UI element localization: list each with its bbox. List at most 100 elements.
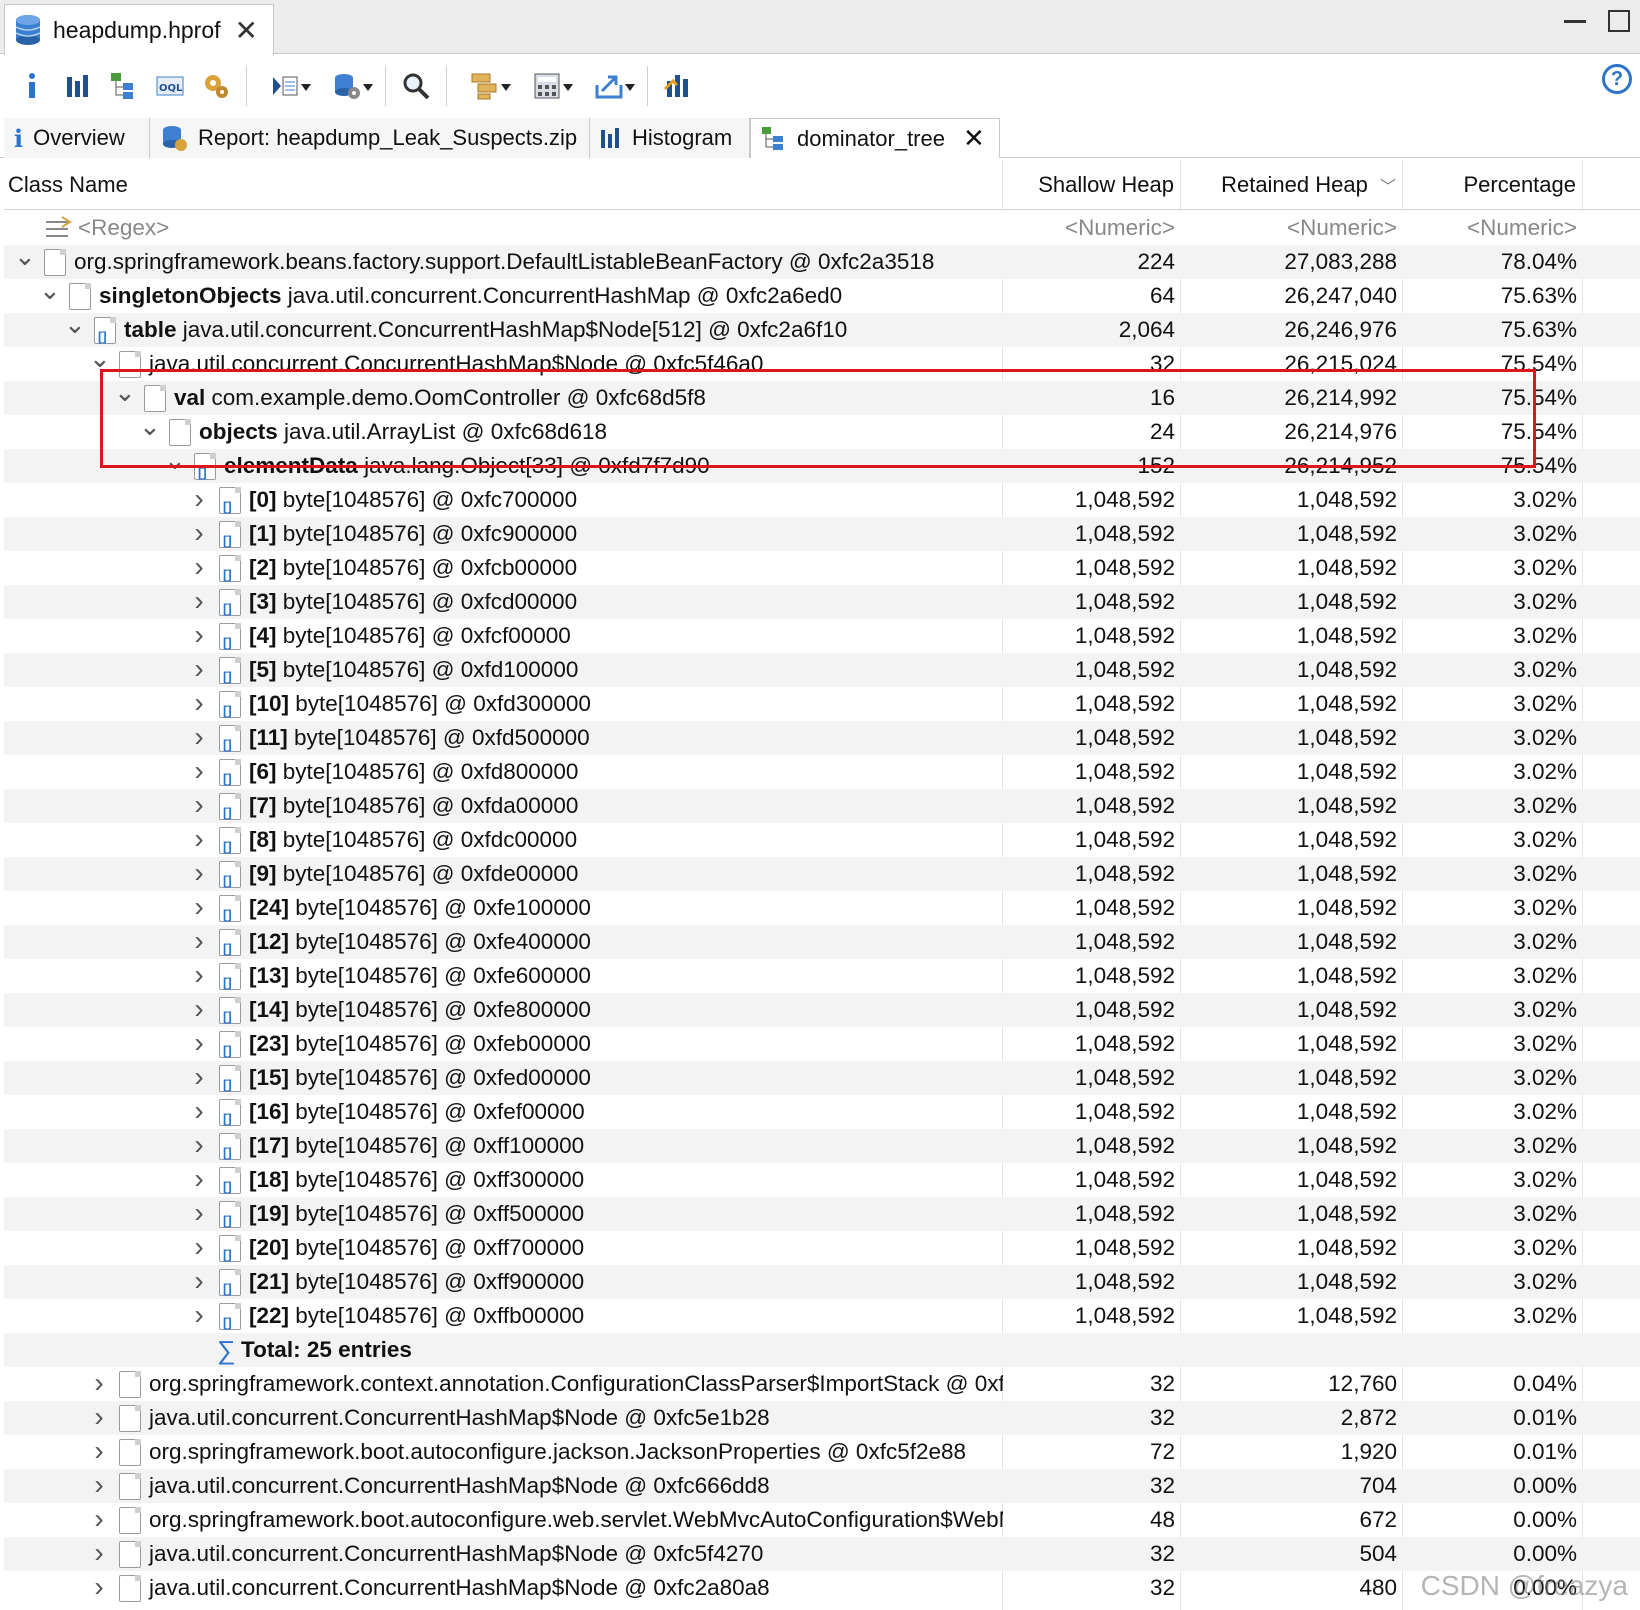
table-row[interactable]: › [7] byte[1048576] @ 0xfda00000 1,048,592… <box>4 789 1640 823</box>
expand-chevron-icon[interactable]: › <box>189 959 209 993</box>
table-row[interactable]: › [23] byte[1048576] @ 0xfeb00000 1,048,59… <box>4 1027 1640 1061</box>
expand-chevron-icon[interactable]: › <box>89 1571 109 1605</box>
expand-chevron-icon[interactable]: › <box>189 619 209 653</box>
table-row[interactable]: › org.springframework.boot.autoconfigure.… <box>4 1503 1640 1537</box>
table-row[interactable]: › [13] byte[1048576] @ 0xfe600000 1,048,59… <box>4 959 1640 993</box>
table-row[interactable]: › [20] byte[1048576] @ 0xff700000 1,048,59… <box>4 1231 1640 1265</box>
table-row[interactable]: › [21] byte[1048576] @ 0xff900000 1,048,59… <box>4 1265 1640 1299</box>
expand-chevron-icon[interactable]: › <box>189 755 209 789</box>
table-row[interactable]: › org.springframework.boot.autoconfigure.… <box>4 1435 1640 1469</box>
expand-chevron-icon[interactable]: › <box>189 653 209 687</box>
column-header-retained-heap[interactable]: Retained Heap ﹀ <box>1181 160 1403 210</box>
search-icon[interactable] <box>396 66 436 106</box>
table-row[interactable]: › [12] byte[1048576] @ 0xfe400000 1,048,59… <box>4 925 1640 959</box>
thread-overview-icon[interactable] <box>196 66 236 106</box>
expand-chevron-icon[interactable]: › <box>189 1299 209 1333</box>
collapse-chevron-icon[interactable]: ⌄ <box>89 347 111 381</box>
table-row[interactable]: › [1] byte[1048576] @ 0xfc900000 1,048,592… <box>4 517 1640 551</box>
expand-chevron-icon[interactable]: › <box>189 1197 209 1231</box>
expand-chevron-icon[interactable]: › <box>89 1503 109 1537</box>
tab-report[interactable]: Report: heapdump_Leak_Suspects.zip <box>150 118 590 158</box>
table-row[interactable]: › java.util.concurrent.ConcurrentHashMap$… <box>4 1401 1640 1435</box>
table-row[interactable]: › [10] byte[1048576] @ 0xfd300000 1,048,59… <box>4 687 1640 721</box>
expand-chevron-icon[interactable]: › <box>189 517 209 551</box>
table-row[interactable]: › java.util.concurrent.ConcurrentHashMap$… <box>4 1537 1640 1571</box>
expand-chevron-icon[interactable]: › <box>189 925 209 959</box>
expand-chevron-icon[interactable]: › <box>189 551 209 585</box>
filter-row[interactable]: <Regex> <Numeric> <Numeric> <Numeric> <box>4 211 1640 245</box>
column-header-percentage[interactable]: Percentage <box>1403 160 1583 210</box>
expand-chevron-icon[interactable]: › <box>189 687 209 721</box>
close-icon[interactable]: ✕ <box>235 14 258 47</box>
expand-chevron-icon[interactable]: › <box>189 721 209 755</box>
collapse-chevron-icon[interactable]: ⌄ <box>39 279 61 313</box>
total-row[interactable]: ∑ Total: 25 entries <box>4 1333 1640 1367</box>
table-row[interactable]: ⌄ objects java.util.ArrayList @ 0xfc68d61… <box>4 415 1640 449</box>
expand-chevron-icon[interactable]: › <box>189 1061 209 1095</box>
expand-chevron-icon[interactable]: › <box>89 1435 109 1469</box>
table-row[interactable]: ⌄ elementData java.lang.Object[33] @ 0xfd… <box>4 449 1640 483</box>
tab-histogram[interactable]: Histogram <box>590 118 750 158</box>
close-icon[interactable]: ✕ <box>963 123 985 154</box>
expand-chevron-icon[interactable]: › <box>189 483 209 517</box>
group-result-icon[interactable] <box>457 66 513 106</box>
table-row[interactable]: › [24] byte[1048576] @ 0xfe100000 1,048,59… <box>4 891 1640 925</box>
calculate-retained-icon[interactable] <box>519 66 575 106</box>
collapse-chevron-icon[interactable]: ⌄ <box>114 381 136 415</box>
expand-chevron-icon[interactable]: › <box>189 1027 209 1061</box>
table-row[interactable]: ⌄ table java.util.concurrent.ConcurrentHa… <box>4 313 1640 347</box>
table-row[interactable]: › [5] byte[1048576] @ 0xfd100000 1,048,592… <box>4 653 1640 687</box>
table-row[interactable]: › [9] byte[1048576] @ 0xfde00000 1,048,592… <box>4 857 1640 891</box>
expand-chevron-icon[interactable]: › <box>89 1367 109 1401</box>
collapse-chevron-icon[interactable]: ⌄ <box>14 245 36 279</box>
expand-chevron-icon[interactable]: › <box>189 1095 209 1129</box>
tab-dominator-tree[interactable]: dominator_tree ✕ <box>750 118 1000 158</box>
tab-overview[interactable]: i Overview <box>4 118 150 158</box>
expand-chevron-icon[interactable]: › <box>189 1265 209 1299</box>
expand-chevron-icon[interactable]: › <box>189 1129 209 1163</box>
table-row[interactable]: › [2] byte[1048576] @ 0xfcb00000 1,048,592… <box>4 551 1640 585</box>
histogram-icon[interactable] <box>58 66 98 106</box>
filter-shallow-input[interactable]: <Numeric> <box>1003 211 1181 245</box>
filter-name-input[interactable]: <Regex> <box>78 211 169 245</box>
table-row[interactable]: › [16] byte[1048576] @ 0xfef00000 1,048,59… <box>4 1095 1640 1129</box>
table-row[interactable]: › [3] byte[1048576] @ 0xfcd00000 1,048,592… <box>4 585 1640 619</box>
minimize-icon[interactable] <box>1564 20 1586 23</box>
expand-chevron-icon[interactable]: › <box>89 1401 109 1435</box>
table-row[interactable]: › [8] byte[1048576] @ 0xfdc00000 1,048,592… <box>4 823 1640 857</box>
maximize-icon[interactable] <box>1608 10 1630 32</box>
table-row[interactable]: › [14] byte[1048576] @ 0xfe800000 1,048,59… <box>4 993 1640 1027</box>
table-row[interactable]: ⌄ singletonObjects java.util.concurrent.C… <box>4 279 1640 313</box>
collapse-chevron-icon[interactable]: ⌄ <box>164 449 186 483</box>
table-row[interactable]: › [15] byte[1048576] @ 0xfed00000 1,048,59… <box>4 1061 1640 1095</box>
expand-chevron-icon[interactable]: › <box>189 993 209 1027</box>
table-row[interactable]: › [6] byte[1048576] @ 0xfd800000 1,048,592… <box>4 755 1640 789</box>
editor-tab-heapdump[interactable]: heapdump.hprof ✕ <box>4 4 274 55</box>
table-row[interactable]: › java.util.concurrent.ConcurrentHashMap$… <box>4 1469 1640 1503</box>
expand-chevron-icon[interactable]: › <box>89 1469 109 1503</box>
find-leaks-icon[interactable] <box>658 66 698 106</box>
expand-chevron-icon[interactable]: › <box>189 789 209 823</box>
table-row[interactable]: › java.util.concurrent.ConcurrentHashMap$… <box>4 1571 1640 1605</box>
run-report-icon[interactable] <box>257 66 313 106</box>
filter-retained-input[interactable]: <Numeric> <box>1181 211 1403 245</box>
column-header-class-name[interactable]: Class Name <box>8 160 1003 210</box>
expand-chevron-icon[interactable]: › <box>189 891 209 925</box>
expand-chevron-icon[interactable]: › <box>189 1163 209 1197</box>
table-row[interactable]: › [19] byte[1048576] @ 0xff500000 1,048,59… <box>4 1197 1640 1231</box>
table-row[interactable]: › [17] byte[1048576] @ 0xff100000 1,048,59… <box>4 1129 1640 1163</box>
table-row[interactable]: › [11] byte[1048576] @ 0xfd500000 1,048,59… <box>4 721 1640 755</box>
expand-chevron-icon[interactable]: › <box>189 857 209 891</box>
table-row[interactable]: ⌄ java.util.concurrent.ConcurrentHashMap$… <box>4 347 1640 381</box>
table-row[interactable]: › [18] byte[1048576] @ 0xff300000 1,048,59… <box>4 1163 1640 1197</box>
expand-chevron-icon[interactable]: › <box>189 823 209 857</box>
dominator-tree-icon[interactable] <box>104 66 144 106</box>
oql-icon[interactable]: OQL <box>150 66 190 106</box>
table-row[interactable]: ⌄ val com.example.demo.OomController @ 0x… <box>4 381 1640 415</box>
column-header-shallow-heap[interactable]: Shallow Heap <box>1003 160 1181 210</box>
expand-chevron-icon[interactable]: › <box>89 1537 109 1571</box>
table-row[interactable]: › [0] byte[1048576] @ 0xfc700000 1,048,592… <box>4 483 1640 517</box>
expand-chevron-icon[interactable]: › <box>189 1231 209 1265</box>
table-row[interactable]: ⌄ org.springframework.beans.factory.suppo… <box>4 245 1640 279</box>
info-icon[interactable] <box>12 66 52 106</box>
